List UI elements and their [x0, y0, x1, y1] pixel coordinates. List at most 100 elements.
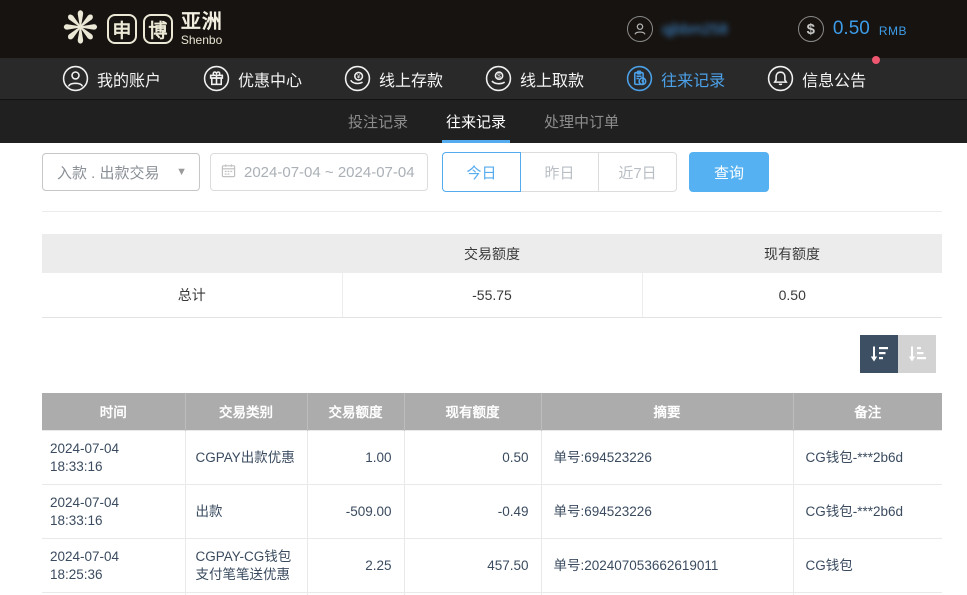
summary-total-label: 总计	[42, 273, 342, 317]
col-remark: 备注	[793, 393, 942, 431]
nav-item-withdraw[interactable]: $ 线上取款	[485, 65, 584, 92]
cell-summary: 单号:694523226	[541, 485, 793, 539]
nav-label: 我的账户	[97, 67, 161, 91]
user-circle-icon	[62, 65, 89, 92]
section-divider	[42, 211, 942, 212]
filter-row: 入款 . 出款交易 ▼ 2024-07-04 ~ 2024-07-04 今日 昨…	[42, 152, 942, 192]
cell-balance: 457.50	[404, 539, 541, 593]
chevron-down-icon: ▼	[176, 166, 187, 178]
sort-controls	[42, 335, 942, 373]
header-right: qjbbm258 $ 0.50 RMB	[627, 16, 907, 42]
cell-amount: 1.00	[307, 431, 404, 485]
transaction-records-table: 时间 交易类别 交易额度 现有额度 摘要 备注 2024-07-04 18:33…	[42, 393, 942, 595]
search-button[interactable]: 查询	[689, 152, 769, 192]
sort-ascending-button[interactable]	[898, 335, 936, 373]
sort-descending-button[interactable]	[860, 335, 898, 373]
logo-region-text: 亚洲	[181, 12, 223, 32]
date-range-value: 2024-07-04 ~ 2024-07-04	[244, 164, 415, 181]
cell-time: 2024-07-04 18:33:16	[42, 485, 185, 539]
page: ❋ 申 博 亚洲 Shenbo qjbbm258 $ 0.50 RMB	[0, 0, 967, 595]
summary-transaction-total: -55.75	[342, 273, 642, 317]
quick-date-button-group: 今日 昨日 近7日	[442, 152, 677, 192]
calendar-icon	[221, 163, 236, 182]
cell-remark: CG钱包-***2b6d	[793, 431, 942, 485]
records-clipboard-icon	[626, 65, 653, 92]
sort-descending-icon	[868, 343, 890, 365]
cell-type: CGPAY-CG钱包支付笔笔送优惠	[185, 539, 307, 593]
nav-label: 信息公告	[802, 67, 866, 91]
nav-item-announcements[interactable]: 信息公告	[767, 65, 866, 92]
nav-label: 线上取款	[520, 67, 584, 91]
yesterday-button[interactable]: 昨日	[520, 152, 599, 192]
bell-icon	[767, 65, 794, 92]
balance-amount: 0.50	[833, 18, 870, 40]
record-tabs: 投注记录 往来记录 处理中订单	[0, 100, 967, 143]
summary-total-row: 总计 -55.75 0.50	[42, 273, 942, 317]
transaction-type-value: 入款 . 出款交易	[57, 162, 160, 183]
cell-summary: 单号:694523226	[541, 431, 793, 485]
balance-chip[interactable]: $ 0.50 RMB	[798, 16, 907, 42]
nav-item-transaction-records[interactable]: 往来记录	[626, 65, 725, 92]
summary-current-balance: 0.50	[642, 273, 942, 317]
summary-header-row: 交易额度 现有额度	[42, 234, 942, 273]
cell-time: 2024-07-04 18:33:16	[42, 431, 185, 485]
records-header-row: 时间 交易类别 交易额度 现有额度 摘要 备注	[42, 393, 942, 431]
today-button[interactable]: 今日	[442, 152, 521, 192]
username-text: qjbbm258	[662, 21, 728, 38]
nav-label: 优惠中心	[238, 67, 302, 91]
transaction-type-select[interactable]: 入款 . 出款交易 ▼	[42, 153, 200, 191]
nav-item-promotions[interactable]: 优惠中心	[203, 65, 302, 92]
logo-wordmark: 亚洲 Shenbo	[181, 12, 223, 46]
withdraw-coin-hand-icon: $	[485, 65, 512, 92]
top-header: ❋ 申 博 亚洲 Shenbo qjbbm258 $ 0.50 RMB	[0, 0, 967, 58]
cell-balance: 0.50	[404, 431, 541, 485]
summary-table: 交易额度 现有额度 总计 -55.75 0.50	[42, 234, 942, 318]
svg-text:$: $	[497, 73, 501, 80]
table-row: 2024-07-04 18:33:16 CGPAY出款优惠 1.00 0.50 …	[42, 431, 942, 485]
tab-bet-records[interactable]: 投注记录	[344, 100, 412, 143]
table-row: 2024-07-04 18:25:36 CGPAY-CG钱包支付笔笔送优惠 2.…	[42, 539, 942, 593]
user-account-chip[interactable]: qjbbm258	[627, 16, 728, 42]
nav-label: 线上存款	[379, 67, 443, 91]
col-current-balance: 现有额度	[404, 393, 541, 431]
cell-amount: 2.25	[307, 539, 404, 593]
cell-type: CGPAY出款优惠	[185, 431, 307, 485]
balance-currency: RMB	[879, 24, 907, 38]
site-logo[interactable]: ❋ 申 博 亚洲 Shenbo	[62, 7, 223, 51]
cell-type: 出款	[185, 485, 307, 539]
cell-remark: CG钱包	[793, 539, 942, 593]
col-transaction-amount: 交易额度	[307, 393, 404, 431]
nav-label: 往来记录	[661, 67, 725, 91]
logo-char-1: 申	[107, 14, 137, 44]
cell-summary: 单号:202407053662619011	[541, 539, 793, 593]
tab-transaction-records[interactable]: 往来记录	[442, 100, 510, 143]
cell-amount: -509.00	[307, 485, 404, 539]
logo-char-2: 博	[143, 14, 173, 44]
sort-ascending-icon	[906, 343, 928, 365]
col-transaction-type: 交易类别	[185, 393, 307, 431]
notification-badge-dot	[872, 56, 880, 64]
dollar-coin-icon: $	[798, 16, 824, 42]
date-range-input[interactable]: 2024-07-04 ~ 2024-07-04	[210, 153, 428, 191]
summary-header-transaction-amount: 交易额度	[342, 234, 642, 273]
deposit-coin-hand-icon: ¥	[344, 65, 371, 92]
flower-logo-icon: ❋	[62, 7, 99, 51]
table-row: 2024-07-04 18:33:16 出款 -509.00 -0.49 单号:…	[42, 485, 942, 539]
gift-icon	[203, 65, 230, 92]
summary-header-empty	[42, 234, 342, 273]
cell-balance: -0.49	[404, 485, 541, 539]
logo-subtitle-text: Shenbo	[181, 34, 223, 46]
content-area: 入款 . 出款交易 ▼ 2024-07-04 ~ 2024-07-04 今日 昨…	[0, 152, 967, 595]
last-7-days-button[interactable]: 近7日	[598, 152, 677, 192]
user-icon	[627, 16, 653, 42]
tab-pending-orders[interactable]: 处理中订单	[540, 100, 623, 143]
summary-header-current-balance: 现有额度	[642, 234, 942, 273]
svg-text:¥: ¥	[357, 74, 361, 81]
cell-time: 2024-07-04 18:25:36	[42, 539, 185, 593]
nav-item-my-account[interactable]: 我的账户	[62, 65, 161, 92]
cell-remark: CG钱包-***2b6d	[793, 485, 942, 539]
col-summary: 摘要	[541, 393, 793, 431]
col-time: 时间	[42, 393, 185, 431]
main-navigation: 我的账户 优惠中心 ¥ 线上存款 $ 线上取款	[0, 58, 967, 100]
nav-item-deposit[interactable]: ¥ 线上存款	[344, 65, 443, 92]
